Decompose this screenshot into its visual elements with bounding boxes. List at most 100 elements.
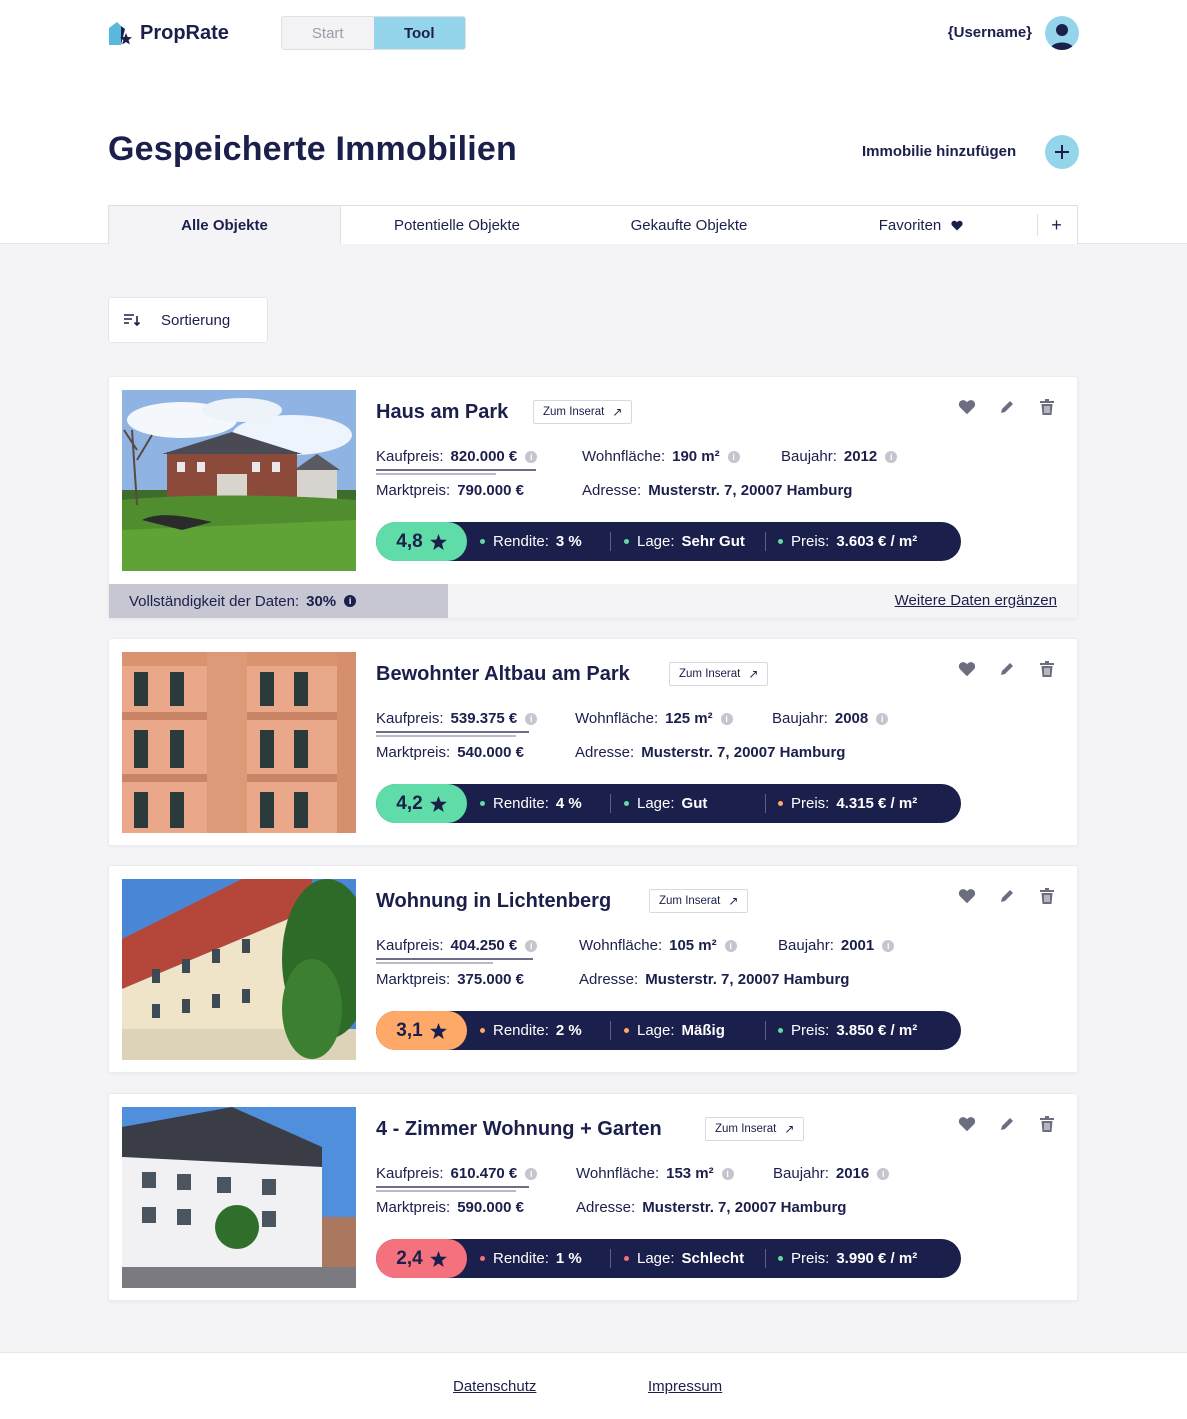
delete-icon[interactable] [1037, 659, 1057, 679]
favorite-icon[interactable] [957, 1114, 977, 1134]
score-badge: 4,8 [376, 522, 467, 561]
privacy-link[interactable]: Datenschutz [453, 1378, 536, 1395]
adresse-label: Adresse: [576, 1199, 636, 1216]
tab-favorites[interactable]: Favoriten [805, 206, 1037, 244]
info-icon[interactable]: i [525, 450, 538, 463]
add-more-data-link[interactable]: Weitere Daten ergänzen [895, 592, 1057, 609]
listing-link-button[interactable]: Zum Inserat ↗ [649, 889, 749, 913]
listing-link-button[interactable]: Zum Inserat ↗ [669, 662, 769, 686]
price-comparison-bar [376, 1186, 529, 1192]
property-card[interactable]: Bewohnter Altbau am Park Zum Inserat ↗ Ka… [108, 638, 1078, 846]
property-card[interactable]: Haus am Park Zum Inserat ↗ Kaufpreis: 820… [108, 376, 1078, 619]
edit-icon[interactable] [997, 659, 1017, 679]
preis-segment: Preis: 3.603 € / m² [778, 522, 917, 561]
favorite-icon[interactable] [957, 397, 977, 417]
tab-add-button[interactable]: + [1037, 214, 1075, 236]
kaufpreis-row: Kaufpreis: 404.250 € i [376, 937, 538, 954]
star-icon [429, 533, 447, 550]
preis-segment: Preis: 3.990 € / m² [778, 1239, 917, 1278]
kaufpreis-value: 820.000 € [450, 448, 518, 465]
tab-potential[interactable]: Potentielle Objekte [341, 206, 573, 244]
score-value: 4,8 [396, 530, 423, 552]
edit-icon[interactable] [997, 1114, 1017, 1134]
plus-icon [1055, 145, 1069, 159]
property-photo[interactable] [122, 1107, 356, 1288]
listing-link-button[interactable]: Zum Inserat ↗ [705, 1117, 805, 1141]
info-icon[interactable]: i [877, 1167, 890, 1180]
lage-value: Schlecht [681, 1250, 745, 1267]
score-value: 2,4 [396, 1247, 423, 1269]
info-icon[interactable]: i [885, 450, 898, 463]
status-dot [624, 1028, 629, 1033]
property-card[interactable]: 4 - Zimmer Wohnung + Garten Zum Inserat ↗… [108, 1093, 1078, 1301]
marktpreis-row: Marktpreis: 790.000 € [376, 482, 524, 499]
tab-all[interactable]: Alle Objekte [109, 206, 341, 244]
kaufpreis-row: Kaufpreis: 820.000 € i [376, 448, 538, 465]
favorite-icon[interactable] [957, 659, 977, 679]
add-property-button[interactable] [1045, 135, 1079, 169]
lage-label: Lage: [637, 533, 675, 550]
tab-purchased[interactable]: Gekaufte Objekte [573, 206, 805, 244]
rating-pill: 3,1 Rendite: 2 % Lage: Mäßig Preis: 3.850 €… [376, 1011, 961, 1050]
rendite-value: 1 % [555, 1250, 582, 1267]
info-icon[interactable]: i [525, 1167, 538, 1180]
lage-label: Lage: [637, 1022, 675, 1039]
add-property-label[interactable]: Immobilie hinzufügen [862, 143, 1016, 160]
lage-segment: Lage: Schlecht [624, 1239, 744, 1278]
status-dot [480, 539, 485, 544]
wohnflaeche-label: Wohnfläche: [579, 937, 663, 954]
info-icon[interactable]: i [721, 1167, 734, 1180]
baujahr-row: Baujahr: 2016 i [773, 1165, 890, 1182]
baujahr-label: Baujahr: [773, 1165, 829, 1182]
logo[interactable]: PropRate [108, 20, 229, 46]
listing-link-label: Zum Inserat [659, 895, 721, 907]
sort-button[interactable]: Sortierung [108, 297, 268, 343]
info-icon[interactable]: i [344, 595, 357, 607]
info-icon[interactable]: i [882, 939, 895, 952]
wohnflaeche-label: Wohnfläche: [575, 710, 659, 727]
marktpreis-row: Marktpreis: 540.000 € [376, 744, 524, 761]
listing-link-label: Zum Inserat [715, 1123, 777, 1135]
property-title: Wohnung in Lichtenberg [376, 890, 612, 912]
footer: Datenschutz Impressum [0, 1352, 1187, 1419]
baujahr-label: Baujahr: [772, 710, 828, 727]
info-icon[interactable]: i [720, 712, 733, 725]
favorite-icon[interactable] [957, 886, 977, 906]
status-dot [480, 1028, 485, 1033]
property-card[interactable]: Wohnung in Lichtenberg Zum Inserat ↗ Kauf… [108, 865, 1078, 1073]
lage-value: Gut [681, 795, 708, 812]
adresse-value: Musterstr. 7, 20007 Hamburg [645, 971, 850, 988]
kaufpreis-label: Kaufpreis: [376, 1165, 444, 1182]
imprint-link[interactable]: Impressum [648, 1378, 722, 1395]
nav-tool-button[interactable]: Tool [373, 17, 465, 49]
listing-link-button[interactable]: Zum Inserat ↗ [533, 400, 633, 424]
info-icon[interactable]: i [727, 450, 740, 463]
baujahr-row: Baujahr: 2008 i [772, 710, 889, 727]
property-photo[interactable] [122, 652, 356, 833]
adresse-row: Adresse: Musterstr. 7, 20007 Hamburg [579, 971, 849, 988]
property-title: Bewohnter Altbau am Park [376, 663, 630, 685]
rendite-segment: Rendite: 4 % [480, 784, 582, 823]
nav-start-button[interactable]: Start [282, 17, 374, 49]
delete-icon[interactable] [1037, 1114, 1057, 1134]
adresse-value: Musterstr. 7, 20007 Hamburg [641, 744, 846, 761]
edit-icon[interactable] [997, 397, 1017, 417]
property-photo[interactable] [122, 879, 356, 1060]
status-dot [624, 801, 629, 806]
info-icon[interactable]: i [525, 712, 538, 725]
username[interactable]: {Username} [948, 24, 1032, 41]
edit-icon[interactable] [997, 886, 1017, 906]
preis-value: 4.315 € / m² [836, 795, 918, 812]
preis-label: Preis: [791, 533, 830, 550]
status-dot [480, 801, 485, 806]
marktpreis-row: Marktpreis: 590.000 € [376, 1199, 524, 1216]
preis-value: 3.990 € / m² [836, 1250, 918, 1267]
property-photo[interactable] [122, 390, 356, 571]
delete-icon[interactable] [1037, 886, 1057, 906]
info-icon[interactable]: i [525, 939, 538, 952]
avatar[interactable] [1045, 16, 1079, 50]
info-icon[interactable]: i [876, 712, 889, 725]
info-icon[interactable]: i [724, 939, 737, 952]
delete-icon[interactable] [1037, 397, 1057, 417]
card-actions [957, 397, 1057, 417]
